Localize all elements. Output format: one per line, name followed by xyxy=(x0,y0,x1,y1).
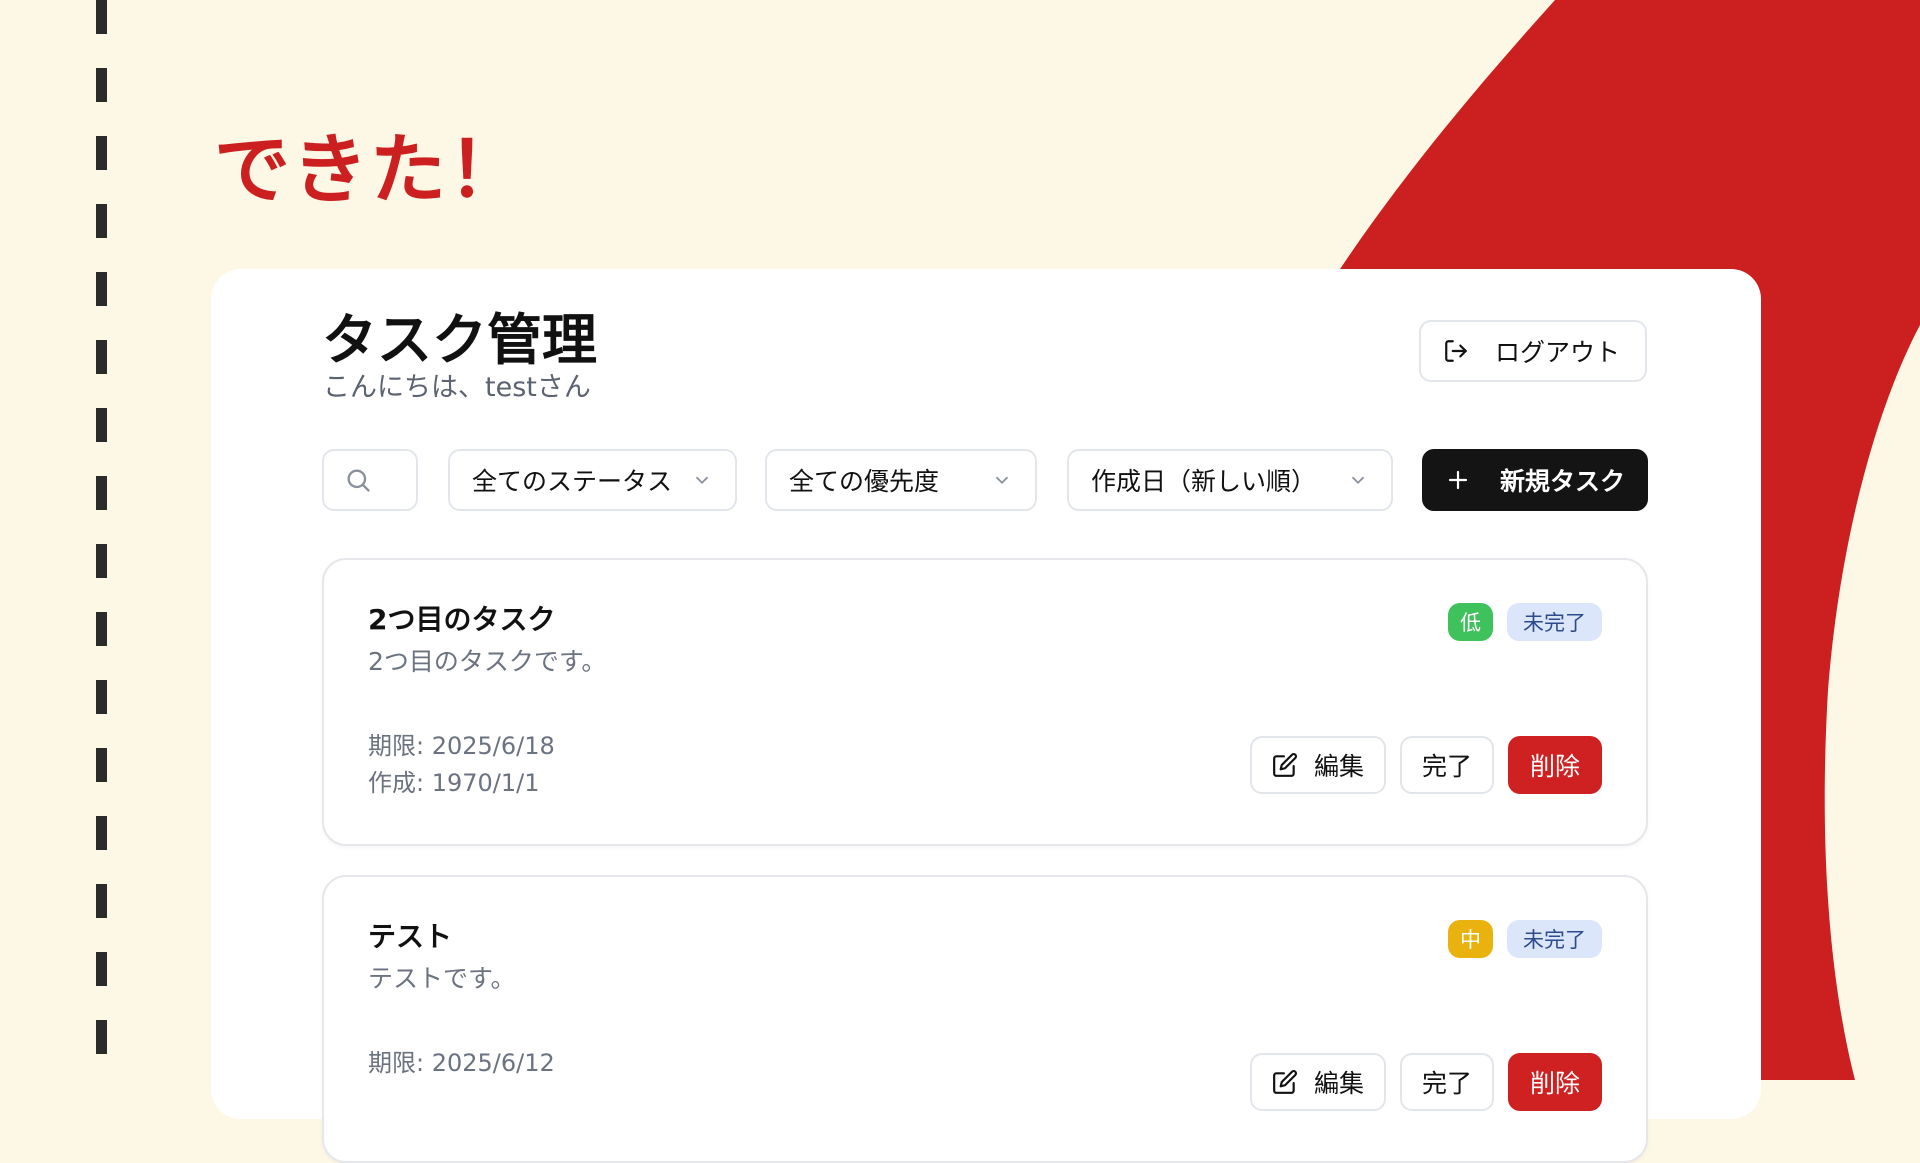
task-due-date: 期限: 2025/6/12 xyxy=(368,1049,555,1077)
new-task-button[interactable]: 新規タスク xyxy=(1422,449,1648,511)
priority-badge: 中 xyxy=(1448,920,1493,958)
status-badge: 未完了 xyxy=(1507,920,1602,958)
search-icon xyxy=(344,466,372,494)
task-title: 2つ目のタスク xyxy=(368,603,556,636)
sort-value: 作成日（新しい順） xyxy=(1091,467,1317,496)
greeting-text: こんにちは、testさん xyxy=(323,372,591,403)
task-due-date: 期限: 2025/6/18 xyxy=(368,732,555,760)
status-badge: 未完了 xyxy=(1507,603,1602,641)
slide-heading: できた！ xyxy=(214,125,526,214)
task-dates: 期限: 2025/6/12 xyxy=(368,1045,555,1082)
complete-button[interactable]: 完了 xyxy=(1399,736,1494,794)
edit-icon xyxy=(1272,1069,1298,1095)
task-description: テストです。 xyxy=(368,964,516,993)
edit-label: 編集 xyxy=(1313,1069,1364,1098)
search-input[interactable] xyxy=(322,449,418,511)
complete-button[interactable]: 完了 xyxy=(1399,1053,1494,1111)
task-badges: 低 未完了 xyxy=(1448,603,1602,641)
chevron-down-icon xyxy=(691,469,713,491)
task-description: 2つ目のタスクです。 xyxy=(368,647,607,676)
chevron-down-icon xyxy=(991,469,1013,491)
status-filter-value: 全てのステータス xyxy=(472,467,673,496)
priority-badge: 低 xyxy=(1448,603,1493,641)
sort-select[interactable]: 作成日（新しい順） xyxy=(1067,449,1393,511)
task-badges: 中 未完了 xyxy=(1448,920,1602,958)
logout-label: ログアウト xyxy=(1495,338,1621,367)
edit-button[interactable]: 編集 xyxy=(1249,736,1386,794)
task-title: テスト xyxy=(368,920,453,953)
task-dates: 期限: 2025/6/18 作成: 1970/1/1 xyxy=(368,728,555,802)
task-actions: 編集 完了 削除 xyxy=(1249,736,1602,794)
chevron-down-icon xyxy=(1347,469,1369,491)
new-task-label: 新規タスク xyxy=(1500,467,1626,496)
delete-button[interactable]: 削除 xyxy=(1507,1053,1602,1111)
task-manager-window: タスク管理 こんにちは、testさん ログアウト 全てのステータス 全ての優先度 xyxy=(211,269,1761,1163)
app-title: タスク管理 xyxy=(322,308,598,372)
logout-icon xyxy=(1443,338,1469,364)
edit-button[interactable]: 編集 xyxy=(1249,1053,1386,1111)
task-card: テスト テストです。 期限: 2025/6/12 中 未完了 編集 完了 削除 xyxy=(322,875,1648,1163)
logout-button[interactable]: ログアウト xyxy=(1419,320,1647,382)
status-filter-select[interactable]: 全てのステータス xyxy=(448,449,737,511)
priority-filter-value: 全ての優先度 xyxy=(789,467,940,496)
task-actions: 編集 完了 削除 xyxy=(1249,1053,1602,1111)
plus-icon xyxy=(1446,468,1470,492)
task-created-date: 作成: 1970/1/1 xyxy=(368,769,540,797)
edit-label: 編集 xyxy=(1313,752,1364,781)
edit-icon xyxy=(1272,752,1298,778)
task-card: 2つ目のタスク 2つ目のタスクです。 期限: 2025/6/18 作成: 197… xyxy=(322,558,1648,846)
priority-filter-select[interactable]: 全ての優先度 xyxy=(765,449,1037,511)
delete-button[interactable]: 削除 xyxy=(1507,736,1602,794)
